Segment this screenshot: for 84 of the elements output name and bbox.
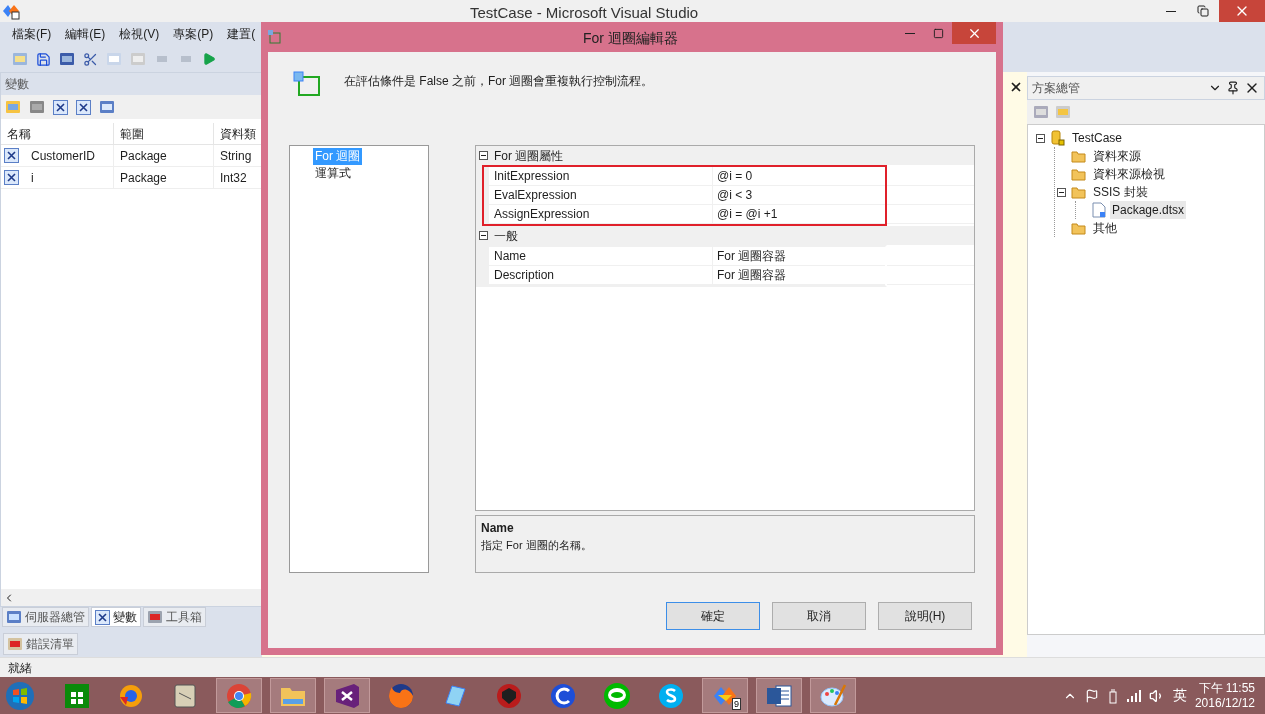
panel-title: 方案總管: [1032, 80, 1080, 97]
table-cell: Package: [114, 167, 214, 189]
panel-tab[interactable]: 變數: [91, 607, 141, 627]
dialog-button[interactable]: 確定: [666, 602, 760, 630]
property-name[interactable]: Name: [489, 247, 713, 265]
description-text: 在評估條件是 False 之前，For 迴圈會重複執行控制流程。: [344, 73, 654, 90]
collapse-icon[interactable]: [479, 151, 488, 160]
collapse-icon[interactable]: [479, 231, 488, 240]
taskbar-button[interactable]: [756, 678, 802, 713]
restore-icon: [1197, 5, 1209, 17]
loop-icon: [292, 70, 322, 98]
variable-icon: [53, 99, 68, 115]
tree-item[interactable]: 其他: [1091, 219, 1119, 237]
variable-icon: [4, 170, 19, 185]
property-name[interactable]: AssignExpression: [489, 205, 713, 223]
taskbar-button[interactable]: [324, 678, 370, 713]
property-name[interactable]: InitExpression: [489, 167, 713, 185]
property-value[interactable]: @i = @i +1: [713, 205, 885, 223]
save-all-icon: [59, 51, 75, 67]
status-text: 就緒: [8, 659, 32, 677]
menu-item[interactable]: 檔案(F): [12, 25, 52, 43]
input-method-indicator[interactable]: 英: [1172, 685, 1187, 706]
chat-bubble-icon: [602, 680, 632, 711]
menu-item[interactable]: 專案(P): [173, 25, 214, 43]
variable-icon: [95, 609, 110, 625]
horizontal-scrollbar[interactable]: [1, 589, 261, 606]
table-cell-text: i: [31, 169, 34, 187]
property-name[interactable]: Description: [489, 266, 713, 284]
signal-icon[interactable]: [1126, 689, 1141, 702]
minimize-icon: [905, 32, 915, 34]
taskbar-button[interactable]: 9: [702, 678, 748, 713]
tree-item[interactable]: SSIS 封裝: [1091, 183, 1150, 201]
column-header[interactable]: 範圍: [114, 123, 214, 145]
property-value[interactable]: @i < 3: [713, 186, 885, 204]
menu-item[interactable]: 建置(: [227, 25, 256, 43]
property-value[interactable]: For 迴圈容器: [713, 247, 885, 265]
flag-icon[interactable]: [1084, 688, 1099, 703]
document-icon: [1092, 202, 1106, 218]
tree-item[interactable]: Package.dtsx: [1110, 201, 1187, 219]
maximize-icon: [932, 27, 944, 39]
tree-item[interactable]: 資料來源檢視: [1091, 165, 1167, 183]
folder-icon: [1071, 149, 1087, 163]
property-value[interactable]: @i = 0: [713, 167, 885, 185]
panel-title: 變數: [5, 76, 29, 93]
dialog-button[interactable]: 說明(H): [878, 602, 972, 630]
window-title: TestCase - Microsoft Visual Studio: [470, 3, 699, 23]
variable-icon: [4, 148, 19, 163]
panel-tab[interactable]: 工具箱: [143, 607, 206, 627]
help-text: 指定 For 迴圈的名稱。: [481, 538, 593, 553]
folder-icon: [1071, 167, 1087, 181]
page-list-item[interactable]: 運算式: [313, 165, 353, 182]
close-icon[interactable]: [1009, 80, 1023, 94]
badge: 9: [732, 698, 741, 710]
dialog-button[interactable]: 取消: [772, 602, 866, 630]
pin-icon[interactable]: [1226, 81, 1240, 95]
variable-icon: [76, 99, 91, 115]
clock-time: 下午 11:55: [1198, 680, 1255, 696]
tree-item[interactable]: TestCase: [1070, 129, 1125, 147]
category-label: 一般: [494, 227, 518, 245]
collapse-icon[interactable]: [1036, 133, 1045, 143]
panel-tab[interactable]: 錯誤清單: [3, 633, 78, 655]
column-header[interactable]: 名稱: [1, 123, 114, 145]
category-label: For 迴圈屬性: [494, 147, 564, 165]
clock-date: 2016/12/12: [1194, 695, 1255, 711]
cut-icon[interactable]: [83, 51, 98, 67]
folder-icon: [1071, 221, 1087, 235]
property-value[interactable]: For 迴圈容器: [713, 266, 885, 284]
tree-item[interactable]: 資料來源: [1091, 147, 1143, 165]
start-icon[interactable]: [202, 52, 216, 66]
minimize-icon: [1166, 10, 1176, 12]
loop-icon: [268, 30, 282, 44]
save-icon[interactable]: [36, 51, 51, 67]
property-name[interactable]: EvalExpression: [489, 186, 713, 204]
table-cell: Package: [114, 145, 214, 167]
panel-tab[interactable]: 伺服器總管: [2, 607, 89, 627]
close-button[interactable]: [952, 22, 996, 44]
dialog-title: For 迴圈編輯器: [583, 29, 678, 48]
menu-item[interactable]: 檢視(V): [119, 25, 160, 43]
database-icon: [1050, 130, 1066, 146]
table-cell-text: CustomerID: [31, 147, 95, 165]
collapse-icon[interactable]: [1057, 187, 1066, 197]
help-title: Name: [481, 520, 515, 537]
menu-item[interactable]: 編輯(E): [65, 25, 106, 43]
folder-icon: [1071, 185, 1087, 199]
